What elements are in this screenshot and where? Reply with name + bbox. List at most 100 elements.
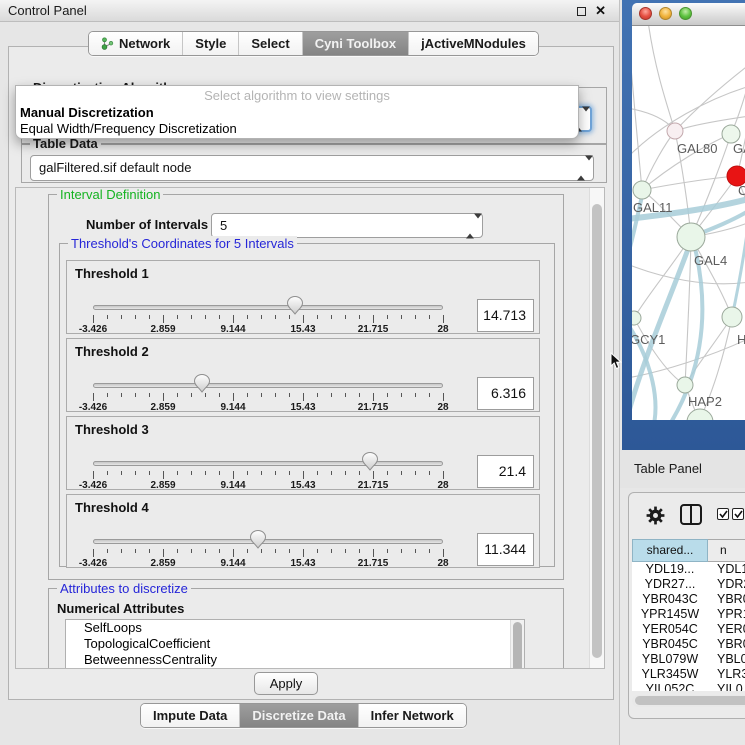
gear-icon[interactable] — [646, 506, 665, 528]
node-label: H — [737, 332, 745, 347]
numerical-attributes-list[interactable]: SelfLoopsTopologicalCoefficientBetweenne… — [65, 619, 525, 669]
number-of-intervals-value: 5 — [220, 218, 227, 233]
slider-track[interactable] — [93, 539, 443, 544]
tab-cyni-toolbox[interactable]: Cyni Toolbox — [303, 32, 409, 55]
table-panel-header: Table Panel — [620, 450, 745, 488]
tab-style[interactable]: Style — [183, 32, 239, 55]
slider-tick-labels: -3.4262.8599.14415.4321.71528 — [93, 402, 443, 414]
table-row[interactable]: YBR045CYBR0 — [632, 637, 745, 652]
slider-thumb[interactable] — [362, 452, 378, 471]
table-row[interactable]: YDL19...YDL1 — [632, 562, 745, 577]
table-panel-title: Table Panel — [634, 461, 702, 476]
network-node — [677, 377, 693, 393]
tick-label: 21.715 — [358, 480, 389, 491]
dropdown-item-equal-width-frequency-discretization[interactable]: Equal Width/Frequency Discretization — [16, 121, 578, 137]
slider-tick-labels: -3.4262.8599.14415.4321.71528 — [93, 324, 443, 336]
bottom-tab-bar: Impute DataDiscretize DataInfer Network — [140, 703, 467, 728]
top-tab-bar: Network Style SelectCyni Toolbox jActiveMNo… — [88, 31, 539, 56]
column-header-n[interactable]: n — [708, 539, 745, 562]
threshold-value-field[interactable]: 6.316 — [477, 377, 534, 410]
network-canvas[interactable]: GAL80GACGAL11GAL4GCY1HHAP2 — [632, 26, 745, 420]
table-row[interactable]: YDR27...YDR2 — [632, 577, 745, 592]
attribute-item-topologicalcoefficient[interactable]: TopologicalCoefficient — [66, 636, 524, 652]
tick-label: 21.715 — [358, 324, 389, 335]
table-panel-toolbar — [629, 493, 745, 537]
attribute-item-betweennesscentrality[interactable]: BetweennessCentrality — [66, 652, 524, 668]
table-row[interactable]: YER054CYER0 — [632, 622, 745, 637]
table-panel: shared...n YDL19...YDL1YDR27...YDR2YBR04… — [628, 492, 745, 719]
threshold-value-field[interactable]: 21.4 — [477, 455, 534, 488]
checkbox-icon[interactable] — [717, 508, 729, 520]
close-traffic-light-icon[interactable] — [639, 7, 652, 20]
network-node — [667, 123, 683, 139]
split-panel-icon[interactable] — [680, 504, 702, 525]
vertical-scrollbar[interactable] — [589, 188, 604, 668]
column-header-shared[interactable]: shared... — [632, 539, 708, 562]
minimize-traffic-light-icon[interactable] — [659, 7, 672, 20]
attribute-item-selfloops[interactable]: SelfLoops — [66, 620, 524, 636]
table-row[interactable]: YBR043CYBR0 — [632, 592, 745, 607]
slider-thumb[interactable] — [250, 530, 266, 549]
dropdown-item-manual-discretization[interactable]: Manual Discretization — [16, 105, 578, 121]
table-data-value: galFiltered.sif default node — [39, 160, 191, 175]
horizontal-scrollbar-thumb[interactable] — [635, 696, 745, 705]
attributes-group: Attributes to discretize Numerical Attri… — [48, 588, 564, 669]
slider-track[interactable] — [93, 305, 443, 310]
threshold-value-field[interactable]: 11.344 — [477, 533, 534, 566]
slider-tick-labels: -3.4262.8599.14415.4321.71528 — [93, 558, 443, 570]
zoom-traffic-light-icon[interactable] — [679, 7, 692, 20]
network-window-titlebar — [632, 3, 745, 26]
tick-label: 9.144 — [220, 324, 245, 335]
tick-label: 21.715 — [358, 558, 389, 569]
list-scrollbar[interactable] — [510, 620, 524, 669]
apply-button[interactable]: Apply — [254, 672, 318, 695]
threshold-coordinates-group: Threshold's Coordinates for 5 Intervals … — [59, 243, 555, 567]
tick-label: 2.859 — [150, 402, 175, 413]
tab-select[interactable]: Select — [239, 32, 302, 55]
slider-thumb[interactable] — [194, 374, 210, 393]
number-of-intervals-combobox[interactable]: 5 — [211, 213, 483, 238]
attributes-group-title: Attributes to discretize — [57, 581, 191, 596]
threshold-box-1: Threshold 1 -3.4262.8599.14415.4321.7152… — [66, 260, 540, 334]
control-panel-title: Control Panel — [8, 3, 87, 18]
slider-thumb[interactable] — [287, 296, 303, 315]
tab-label: jActiveMNodules — [421, 36, 526, 51]
tick-label: 2.859 — [150, 480, 175, 491]
tab-label: Network — [119, 36, 170, 51]
tab-network[interactable]: Network — [89, 32, 183, 55]
tick-label: 28 — [437, 480, 448, 491]
threshold-label: Threshold 4 — [75, 500, 149, 515]
tick-label: -3.426 — [79, 402, 107, 413]
tab-impute-data[interactable]: Impute Data — [141, 704, 240, 727]
scrollbar-thumb[interactable] — [592, 204, 602, 658]
node-label: GAL11 — [633, 200, 673, 215]
threshold-box-3: Threshold 3 -3.4262.8599.14415.4321.7152… — [66, 416, 540, 490]
threshold-coordinates-title: Threshold's Coordinates for 5 Intervals — [68, 236, 297, 251]
slider-track[interactable] — [93, 383, 443, 388]
slider-tick-labels: -3.4262.8599.14415.4321.71528 — [93, 480, 443, 492]
table-row[interactable]: YLR345WYLR3 — [632, 667, 745, 682]
list-scrollbar-thumb[interactable] — [513, 622, 522, 669]
tab-jactivemnodules[interactable]: jActiveMNodules — [409, 32, 538, 55]
tab-discretize-data[interactable]: Discretize Data — [240, 704, 358, 727]
threshold-label: Threshold 1 — [75, 266, 149, 281]
tab-infer-network[interactable]: Infer Network — [359, 704, 466, 727]
table-row[interactable]: YPR145WYPR1 — [632, 607, 745, 622]
table-data-combobox[interactable]: galFiltered.sif default node — [30, 155, 594, 181]
tab-label: Style — [195, 36, 226, 51]
close-icon[interactable]: ✕ — [595, 3, 606, 19]
network-graph[interactable]: GAL80GACGAL11GAL4GCY1HHAP2 — [632, 26, 745, 420]
checkbox-icon[interactable] — [732, 508, 744, 520]
threshold-value-field[interactable]: 14.713 — [477, 299, 534, 332]
table-row[interactable]: YIL052CYIL0 — [632, 682, 745, 691]
horizontal-scrollbar[interactable] — [632, 695, 745, 707]
table-rows: YDL19...YDL1YDR27...YDR2YBR043CYBR0YPR14… — [632, 562, 745, 691]
slider-track[interactable] — [93, 461, 443, 466]
tick-label: 2.859 — [150, 558, 175, 569]
slider-ticks — [93, 393, 443, 402]
network-node — [677, 223, 705, 251]
table-row[interactable]: YBL079WYBL0 — [632, 652, 745, 667]
tick-label: 15.43 — [290, 480, 315, 491]
slider-ticks — [93, 315, 443, 324]
float-window-icon[interactable] — [577, 7, 586, 16]
